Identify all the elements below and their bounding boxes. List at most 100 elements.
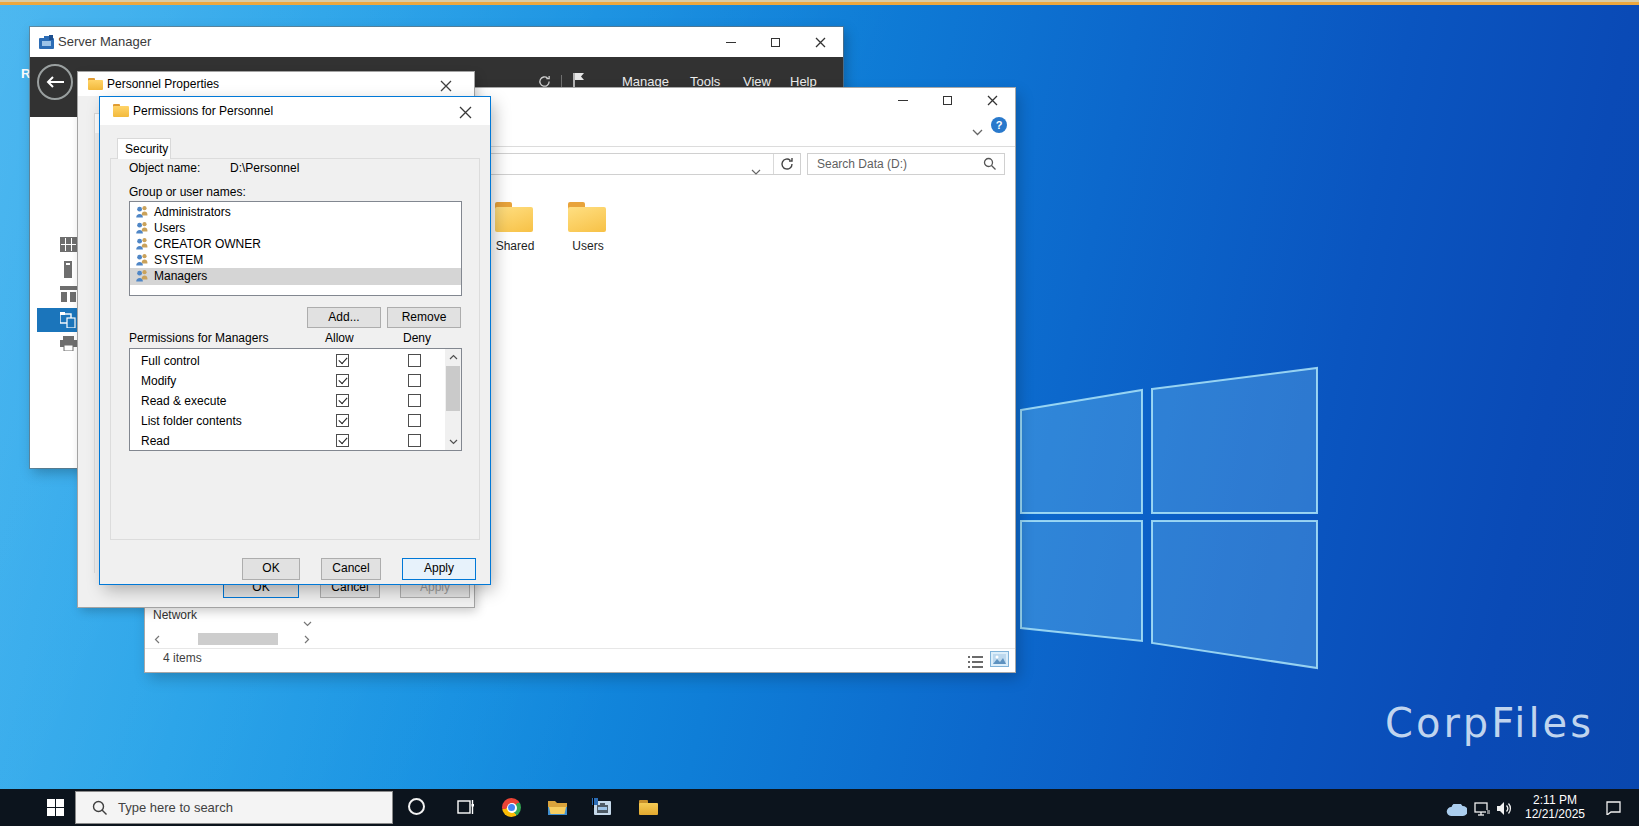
properties-titlebar: Personnel Properties	[78, 72, 474, 96]
stray-letter: R	[21, 66, 30, 81]
desktop: CorpFiles R Server Manager	[0, 0, 1639, 826]
search-icon[interactable]	[983, 157, 997, 175]
deny-checkbox[interactable]	[408, 354, 421, 367]
list-item[interactable]: Administrators	[130, 204, 461, 220]
list-item[interactable]: SYSTEM	[130, 252, 461, 268]
library-folder-icon[interactable]	[639, 800, 658, 815]
maximize-icon[interactable]	[925, 88, 970, 112]
sidebar-item-printers[interactable]	[60, 336, 77, 355]
deny-checkbox[interactable]	[408, 374, 421, 387]
ok-button[interactable]: OK	[242, 558, 300, 580]
deny-column-label: Deny	[403, 331, 431, 345]
deny-checkbox[interactable]	[408, 394, 421, 407]
scroll-up-icon[interactable]	[445, 349, 461, 365]
properties-tabpage-edge	[94, 133, 95, 573]
close-icon[interactable]	[459, 105, 472, 123]
permission-row: Full control	[130, 351, 461, 371]
menu-manage[interactable]: Manage	[622, 74, 669, 89]
watermark: CorpFiles	[1385, 700, 1594, 746]
close-icon[interactable]	[970, 88, 1015, 112]
cancel-button[interactable]: Cancel	[321, 558, 381, 580]
scrollbar-thumb[interactable]	[446, 366, 460, 411]
remove-button[interactable]: Remove	[387, 307, 461, 328]
menu-view[interactable]: View	[743, 74, 771, 89]
apply-button[interactable]: Apply	[402, 558, 476, 580]
menu-help[interactable]: Help	[790, 74, 817, 89]
minimize-icon[interactable]	[708, 27, 753, 57]
permissions-dialog: Permissions for Personnel Security Objec…	[100, 97, 490, 584]
allow-checkbox[interactable]	[336, 374, 349, 387]
status-text: 4 items	[163, 651, 202, 665]
permissions-titlebar: Permissions for Personnel	[100, 97, 490, 125]
nav-scrollbar-down-icon[interactable]	[300, 616, 315, 631]
ribbon-expand-icon[interactable]	[972, 122, 983, 140]
deny-checkbox[interactable]	[408, 434, 421, 447]
taskbar-search[interactable]: Type here to search	[75, 791, 393, 824]
server-manager-window-controls	[708, 27, 843, 57]
allow-checkbox[interactable]	[336, 354, 349, 367]
file-explorer-icon[interactable]	[547, 799, 568, 816]
object-name-label: Object name:	[129, 161, 200, 175]
onedrive-icon[interactable]	[1446, 803, 1467, 821]
tab-label: Security	[125, 142, 168, 156]
task-view-icon[interactable]	[457, 799, 475, 819]
list-item-selected[interactable]: Managers	[130, 268, 461, 285]
server-manager-title: Server Manager	[58, 27, 151, 57]
list-item[interactable]: Users	[130, 220, 461, 236]
hscrollbar-thumb[interactable]	[198, 633, 278, 645]
explorer-search-box[interactable]: Search Data (D:)	[807, 153, 1005, 175]
hscrollbar-right-icon[interactable]	[300, 632, 314, 646]
statusbar-divider	[145, 648, 1015, 649]
close-icon[interactable]	[440, 78, 452, 96]
address-dropdown-icon[interactable]	[751, 161, 761, 179]
clock-date: 12/21/2025	[1520, 807, 1590, 821]
folder-icon	[88, 78, 103, 90]
hscrollbar-left-icon[interactable]	[150, 632, 164, 646]
top-strip	[0, 0, 1639, 5]
permissions-for-label: Permissions for Managers	[129, 331, 268, 345]
permission-row: Read	[130, 431, 461, 451]
group-names-label: Group or user names:	[129, 185, 246, 199]
list-item[interactable]: CREATOR OWNER	[130, 236, 461, 252]
sidebar-item-all-servers[interactable]	[60, 286, 77, 306]
add-button[interactable]: Add...	[307, 307, 381, 328]
close-icon[interactable]	[798, 27, 843, 57]
allow-checkbox[interactable]	[336, 434, 349, 447]
refresh-icon[interactable]	[780, 157, 794, 175]
back-button[interactable]	[37, 64, 73, 100]
folder-label-users[interactable]: Users	[548, 239, 628, 253]
minimize-icon[interactable]	[880, 88, 925, 112]
network-icon[interactable]	[1474, 802, 1491, 820]
help-icon[interactable]: ?	[991, 117, 1007, 133]
start-button[interactable]	[47, 799, 64, 816]
sidebar-item-local-server[interactable]	[64, 261, 72, 282]
cortana-icon[interactable]	[408, 798, 425, 815]
tab-security[interactable]: Security	[117, 138, 171, 159]
permissions-list[interactable]: Full control Modify Read & execute List …	[129, 348, 462, 451]
folder-icon-shared[interactable]	[495, 202, 533, 232]
search-icon	[92, 800, 108, 820]
action-center-icon[interactable]	[1605, 801, 1622, 819]
taskbar: Type here to search 2:11 PM 12/21/2025	[0, 789, 1639, 826]
deny-checkbox[interactable]	[408, 414, 421, 427]
taskbar-search-placeholder: Type here to search	[118, 792, 233, 823]
allow-checkbox[interactable]	[336, 394, 349, 407]
volume-icon[interactable]	[1496, 801, 1514, 820]
folder-icon-users[interactable]	[568, 202, 606, 232]
explorer-window-controls	[880, 88, 1015, 112]
view-details-icon[interactable]	[968, 654, 983, 672]
sidebar-item-file-storage-selected[interactable]	[37, 308, 78, 332]
taskbar-clock[interactable]: 2:11 PM 12/21/2025	[1520, 793, 1590, 821]
sidebar-item-dashboard[interactable]	[60, 237, 77, 256]
view-thumbnails-icon[interactable]	[990, 651, 1009, 667]
nav-item-network[interactable]: Network	[153, 608, 197, 622]
chrome-icon[interactable]	[502, 798, 521, 817]
server-manager-taskbar-icon[interactable]	[592, 798, 613, 817]
menu-tools[interactable]: Tools	[690, 74, 720, 89]
allow-checkbox[interactable]	[336, 414, 349, 427]
scroll-down-icon[interactable]	[445, 434, 461, 450]
permissions-scrollbar[interactable]	[445, 349, 461, 450]
maximize-icon[interactable]	[753, 27, 798, 57]
group-list[interactable]: Administrators Users CREATOR OWNER SYSTE…	[129, 201, 462, 296]
search-placeholder: Search Data (D:)	[817, 154, 907, 174]
